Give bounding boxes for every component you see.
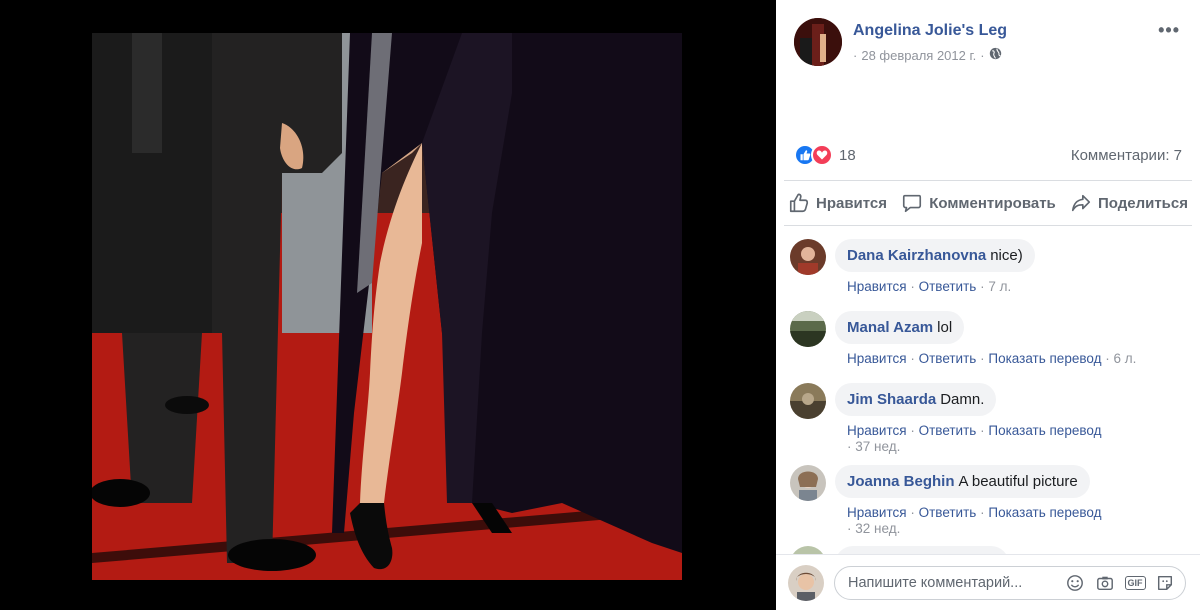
comment-reply-link[interactable]: Ответить [919,279,977,294]
share-button[interactable]: Поделиться [1070,192,1188,214]
comment-text: A beautiful picture [958,473,1078,490]
comment-author[interactable]: Joanna Beghin [847,473,955,490]
comment-reply-link[interactable]: Ответить [919,505,977,520]
separator: · [980,423,985,438]
reaction-count: 18 [839,146,856,164]
separator: · [1105,351,1110,366]
page-avatar[interactable] [794,18,842,66]
separator: · [980,505,985,520]
gif-label: GIF [1124,576,1146,590]
comment-like-link[interactable]: Нравится [847,505,907,520]
comment-like-link[interactable]: Нравится [847,351,907,366]
comment-author[interactable]: Dana Kairzhanovna [847,247,986,264]
avatar-image [790,311,826,347]
heart-icon [816,150,828,160]
globe-icon-graphic [989,47,1001,60]
comment-time[interactable]: 7 л. [988,279,1011,294]
emoji-icon-graphic [1067,575,1083,591]
comment-author[interactable]: Jim Shaarda [847,391,936,408]
commenter-avatar[interactable] [790,383,826,419]
comment-actions: Нравится · Ответить · Показать перевод ·… [847,351,1177,367]
thumb-icon [800,150,811,161]
comment-actions: Нравится · Ответить · 7 л. [847,279,1177,295]
more-icon[interactable]: ••• [1158,20,1180,41]
show-translation-link[interactable]: Показать перевод [988,351,1101,366]
comment-text: Damn. [940,391,985,408]
comment-bubble: Joanna Beghin A beautiful picture [835,465,1090,498]
camera-icon[interactable] [1095,573,1115,593]
avatar-image [790,465,826,501]
separator: · [910,279,915,294]
avatar-image [790,383,826,419]
comment-reply-link[interactable]: Ответить [919,423,977,438]
comment-button-label: Комментировать [929,194,1056,212]
comment-button[interactable]: Комментировать [901,192,1056,214]
separator: · [980,351,985,366]
comment-actions: Нравится · Ответить · Показать перевод ·… [847,505,1177,537]
photo-illustration [92,33,682,580]
comment-time[interactable]: 32 нед. [855,521,900,536]
composer-tools: GIF [1065,573,1175,593]
separator: · [910,505,915,520]
comment-icon [903,194,922,213]
emoji-icon[interactable] [1065,573,1085,593]
comment-bubble: Jim Shaarda Damn. [835,383,997,416]
separator: · [910,351,915,366]
comment-bubble: Dana Kairzhanovna nice) [835,239,1035,272]
post-header: Angelina Jolie's Leg · 28 февраля 2012 г… [776,0,1200,80]
current-user-avatar[interactable] [788,565,824,601]
photo-viewer [0,0,776,610]
comment-reply-link[interactable]: Ответить [919,351,977,366]
show-translation-link[interactable]: Показать перевод [988,423,1101,438]
post-sidebar: Angelina Jolie's Leg · 28 февраля 2012 г… [776,0,1200,610]
comment-input-placeholder: Напишите комментарий... [848,575,1023,591]
reactions-summary[interactable]: 18 [794,144,856,166]
comment-actions: Нравится · Ответить · Показать перевод ·… [847,423,1177,455]
like-icon [789,193,809,213]
page-name[interactable]: Angelina Jolie's Leg [853,22,1007,40]
avatar-image [790,239,826,275]
comment-count[interactable]: Комментарии: 7 [1071,147,1182,164]
commenter-avatar[interactable] [790,311,826,347]
sticker-icon-graphic [1157,575,1173,591]
love-reaction-icon [811,144,833,166]
separator: · [980,279,985,294]
gif-icon[interactable]: GIF [1124,573,1146,593]
comment-composer: Напишите комментарий... GIF [776,554,1200,610]
show-translation-link[interactable]: Показать перевод [988,505,1101,520]
share-icon [1071,194,1091,212]
comment-like-link[interactable]: Нравится [847,423,907,438]
separator: · [847,521,852,536]
post-actions: Нравится Комментировать Поделиться [784,180,1192,226]
comment-time[interactable]: 37 нед. [855,439,900,454]
commenter-avatar[interactable] [790,239,826,275]
post-photo[interactable] [92,33,682,580]
post-stats: 18 Комментарии: 7 [794,142,1182,168]
separator: · [847,439,852,454]
comment-input[interactable]: Напишите комментарий... GIF [834,566,1186,600]
share-button-label: Поделиться [1097,194,1188,212]
commenter-avatar[interactable] [790,465,826,501]
meta-separator: · [853,47,858,63]
separator: · [910,423,915,438]
meta-separator: · [980,47,985,63]
post-meta: · 28 февраля 2012 г. · [853,47,1002,63]
globe-icon[interactable] [989,47,1002,63]
camera-icon-graphic [1097,576,1113,591]
avatar-image [794,18,842,66]
like-button[interactable]: Нравится [788,192,887,214]
comment-time[interactable]: 6 л. [1113,351,1136,366]
comment-text: lol [937,319,953,336]
sticker-icon[interactable] [1155,573,1175,593]
post-date[interactable]: 28 февраля 2012 г. [861,48,976,63]
comment-text: nice) [990,247,1023,264]
comment-bubble: Manal Azam lol [835,311,965,344]
like-button-label: Нравится [816,194,888,212]
comment-author[interactable]: Manal Azam [847,319,933,336]
avatar-image [788,565,824,601]
comment-like-link[interactable]: Нравится [847,279,907,294]
